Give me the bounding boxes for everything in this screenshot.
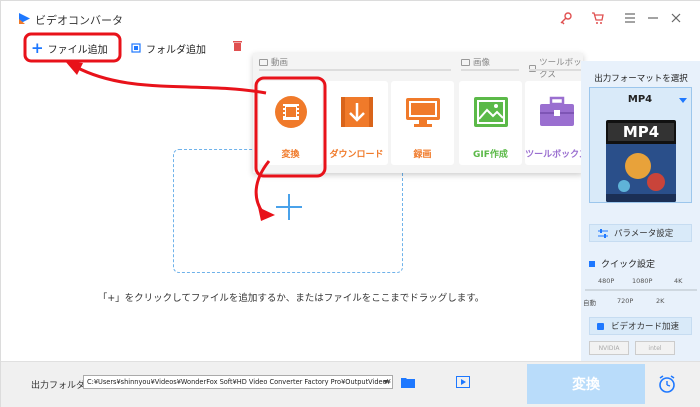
- tile-download[interactable]: ダウンロード: [325, 81, 388, 165]
- bottom-bar: 出力フォルダ： C:¥Users¥shinnyou¥Videos¥WonderF…: [1, 361, 700, 407]
- tile-convert[interactable]: 変換: [259, 81, 322, 165]
- tile-toolbox[interactable]: ツールボックス: [525, 81, 588, 165]
- image-icon: [474, 97, 508, 127]
- output-preview-icon[interactable]: [456, 376, 470, 388]
- quality-720p: 720P: [617, 297, 634, 305]
- nvidia-badge: NVIDIA: [589, 341, 629, 355]
- tile-convert-label: 変換: [281, 150, 300, 160]
- dropdown-arrow-icon[interactable]: [679, 98, 687, 103]
- add-folder-label: フォルダ追加: [146, 44, 206, 56]
- plus-icon: +: [31, 38, 44, 57]
- title-bar: ビデオコンバータ: [1, 1, 700, 35]
- quick-settings-label: クイック設定: [601, 260, 656, 270]
- cart-icon[interactable]: [591, 11, 605, 25]
- parameter-settings-button[interactable]: パラメータ設定: [589, 224, 692, 242]
- quality-slider[interactable]: [585, 289, 697, 291]
- quick-settings-icon: [589, 260, 595, 267]
- gpu-acceleration-label: ビデオカード加速: [611, 322, 680, 332]
- download-icon: [341, 97, 373, 127]
- tile-toolbox-label: ツールボックス: [525, 150, 588, 160]
- gpu-icon: [597, 322, 604, 330]
- output-path-field[interactable]: C:¥Users¥shinnyou¥Videos¥WonderFox Soft¥…: [83, 375, 393, 389]
- close-icon[interactable]: [669, 11, 683, 25]
- format-thumbnail: MP4: [606, 120, 676, 202]
- output-format-title: 出力フォーマットを選択: [594, 74, 688, 84]
- sliders-icon: [598, 228, 608, 238]
- output-path-value: C:¥Users¥shinnyou¥Videos¥WonderFox Soft¥…: [87, 378, 391, 386]
- folder-icon: [131, 43, 141, 53]
- alarm-clock-icon[interactable]: [657, 374, 677, 394]
- convert-button[interactable]: 変換: [527, 364, 645, 404]
- add-file-button[interactable]: + ファイル追加: [31, 39, 108, 57]
- tile-record[interactable]: 録画: [391, 81, 454, 165]
- app-title: ビデオコンバータ: [35, 14, 123, 27]
- app-logo-icon: [19, 13, 30, 24]
- parameter-settings-label: パラメータ設定: [614, 229, 674, 239]
- quality-480p: 480P: [598, 277, 615, 285]
- trash-icon[interactable]: [233, 41, 242, 54]
- menu-section-toolbox: ツールボックス: [529, 56, 583, 80]
- menu-section-image-label: 画像: [473, 58, 491, 68]
- drop-hint: 「+」をクリックしてファイルを追加するか、またはファイルをここまでドラッグします…: [97, 293, 485, 304]
- menu-icon[interactable]: [623, 11, 637, 25]
- key-icon[interactable]: [559, 11, 573, 25]
- tile-record-label: 録画: [413, 150, 432, 160]
- divider: [529, 69, 581, 71]
- divider: [259, 69, 451, 71]
- image-section-icon: [461, 58, 470, 66]
- divider: [461, 69, 519, 71]
- menu-section-video-label: 動画: [271, 58, 289, 68]
- chevron-down-icon[interactable]: [383, 380, 389, 384]
- tile-gif[interactable]: GIF作成: [459, 81, 522, 165]
- function-menu: 動画 画像 ツールボックス 変換 ダウンロード 録画 GIF作成 ツールボックス: [253, 53, 588, 173]
- format-selector[interactable]: MP4 MP4: [589, 87, 692, 203]
- menu-section-image: 画像: [461, 56, 490, 68]
- tile-gif-label: GIF作成: [473, 150, 508, 160]
- intel-badge: intel: [635, 341, 675, 355]
- format-name: MP4: [627, 94, 653, 105]
- gpu-acceleration-button[interactable]: ビデオカード加速: [589, 317, 692, 335]
- quality-auto: 自動: [583, 299, 596, 307]
- menu-section-video: 動画: [259, 56, 288, 68]
- output-format-panel: 出力フォーマットを選択 MP4 MP4 パラメータ設定 クイック設定 480P …: [581, 61, 700, 361]
- app-window: ビデオコンバータ + ファイル追加 フォルダ追加 「+」をクリックしてファイルを…: [0, 0, 700, 407]
- quality-2k: 2K: [656, 297, 665, 305]
- balloon-image: [606, 144, 676, 202]
- video-section-icon: [259, 58, 268, 66]
- tile-download-label: ダウンロード: [329, 150, 384, 160]
- add-folder-button[interactable]: フォルダ追加: [131, 39, 206, 57]
- toolbox-icon: [540, 96, 574, 126]
- film-convert-icon: [275, 96, 307, 128]
- menu-section-toolbox-label: ツールボックス: [539, 58, 582, 80]
- open-folder-icon[interactable]: [401, 376, 415, 388]
- quality-4k: 4K: [674, 277, 683, 285]
- add-file-label: ファイル追加: [47, 44, 108, 56]
- minimize-icon[interactable]: [646, 11, 660, 25]
- quick-settings: クイック設定: [589, 257, 655, 270]
- screen-record-icon: [406, 98, 440, 127]
- quality-1080p: 1080P: [632, 277, 653, 285]
- add-plus-icon[interactable]: [276, 194, 302, 220]
